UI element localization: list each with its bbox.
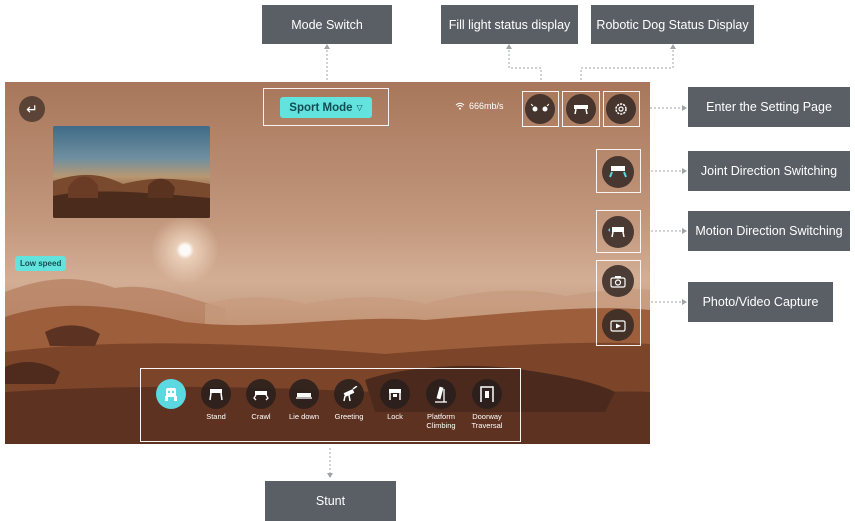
stunt-main[interactable] [150,379,192,412]
app-screen: ↵ Low speed Sport Mode ▽ 666mb/s Stand C… [5,82,650,444]
stunt-doorway-traversal[interactable]: Doorway Traversal [466,379,508,430]
callout-joint-direction: Joint Direction Switching [688,151,850,191]
stand-icon [209,389,223,401]
callout-capture: Photo/Video Capture [688,282,833,322]
doorway-traversal-icon [480,386,494,402]
callout-stunt: Stunt [265,481,396,521]
platform-climbing-icon [435,386,447,403]
callout-dog-status: Robotic Dog Status Display [591,5,754,44]
stunt-main-button[interactable] [156,379,186,409]
gear-icon [615,103,627,115]
mode-switch-frame: Sport Mode ▽ [263,88,389,126]
stunt-lie-down[interactable]: Lie down [283,379,325,421]
network-speed: 666mb/s [469,101,504,111]
settings-button[interactable] [606,94,636,124]
mode-label: Sport Mode [289,101,353,114]
fill-light-button[interactable] [525,94,555,124]
camera-icon [610,275,626,288]
preview-landscape-image [53,174,210,218]
stunt-lie-down-button[interactable] [289,379,319,409]
joint-direction-icon [609,166,627,178]
stunt-stand[interactable]: Stand [195,379,237,421]
callout-motion-direction: Motion Direction Switching [688,211,850,251]
stunt-label: Lie down [288,412,320,421]
stunt-greeting[interactable]: Greeting [328,379,370,421]
stunt-lock-button[interactable] [380,379,410,409]
network-status: 666mb/s [455,101,504,111]
photo-capture-button[interactable] [602,265,634,297]
mode-switch-button[interactable]: Sport Mode ▽ [280,97,372,118]
stunt-platform-climbing-button[interactable] [426,379,456,409]
chevron-down-icon: ▽ [356,103,363,112]
lie-down-icon [296,393,312,399]
greeting-icon [343,386,358,402]
return-arrow-icon: ↵ [26,100,38,117]
stunt-greeting-button[interactable] [334,379,364,409]
motion-direction-icon [608,227,625,238]
crawl-icon [253,391,269,401]
stunt-label: Doorway Traversal [471,412,503,430]
lock-icon [389,389,401,400]
stunt-label: Crawl [251,412,271,421]
stunt-label: Platform Climbing [426,412,456,430]
stunt-label: Stand [206,412,226,421]
stunt-lock[interactable]: Lock [374,379,416,421]
video-capture-button[interactable] [602,309,634,341]
stunt-platform-climbing[interactable]: Platform Climbing [420,379,462,430]
fill-light-icon [531,103,549,112]
motion-direction-button[interactable] [602,216,634,248]
stunt-label: Lock [387,412,403,421]
video-icon [610,319,626,332]
stunt-stand-button[interactable] [201,379,231,409]
back-button[interactable]: ↵ [19,96,45,122]
robot-dog-front-icon [165,388,177,401]
stunt-bar: Stand Crawl Lie down Greeting Lock Platf… [140,368,521,442]
stunt-crawl-button[interactable] [246,379,276,409]
stunt-doorway-traversal-button[interactable] [472,379,502,409]
callout-mode-switch: Mode Switch [262,5,392,44]
wifi-icon [455,102,465,110]
joint-direction-button[interactable] [602,156,634,188]
stunt-crawl[interactable]: Crawl [240,379,282,421]
callout-settings: Enter the Setting Page [688,87,850,127]
callout-fill-light: Fill light status display [441,5,578,44]
robot-dog-icon [574,105,588,115]
stunt-label: Greeting [334,412,364,421]
speed-badge: Low speed [15,256,67,271]
camera-preview[interactable] [53,126,210,218]
dog-status-button[interactable] [566,94,596,124]
